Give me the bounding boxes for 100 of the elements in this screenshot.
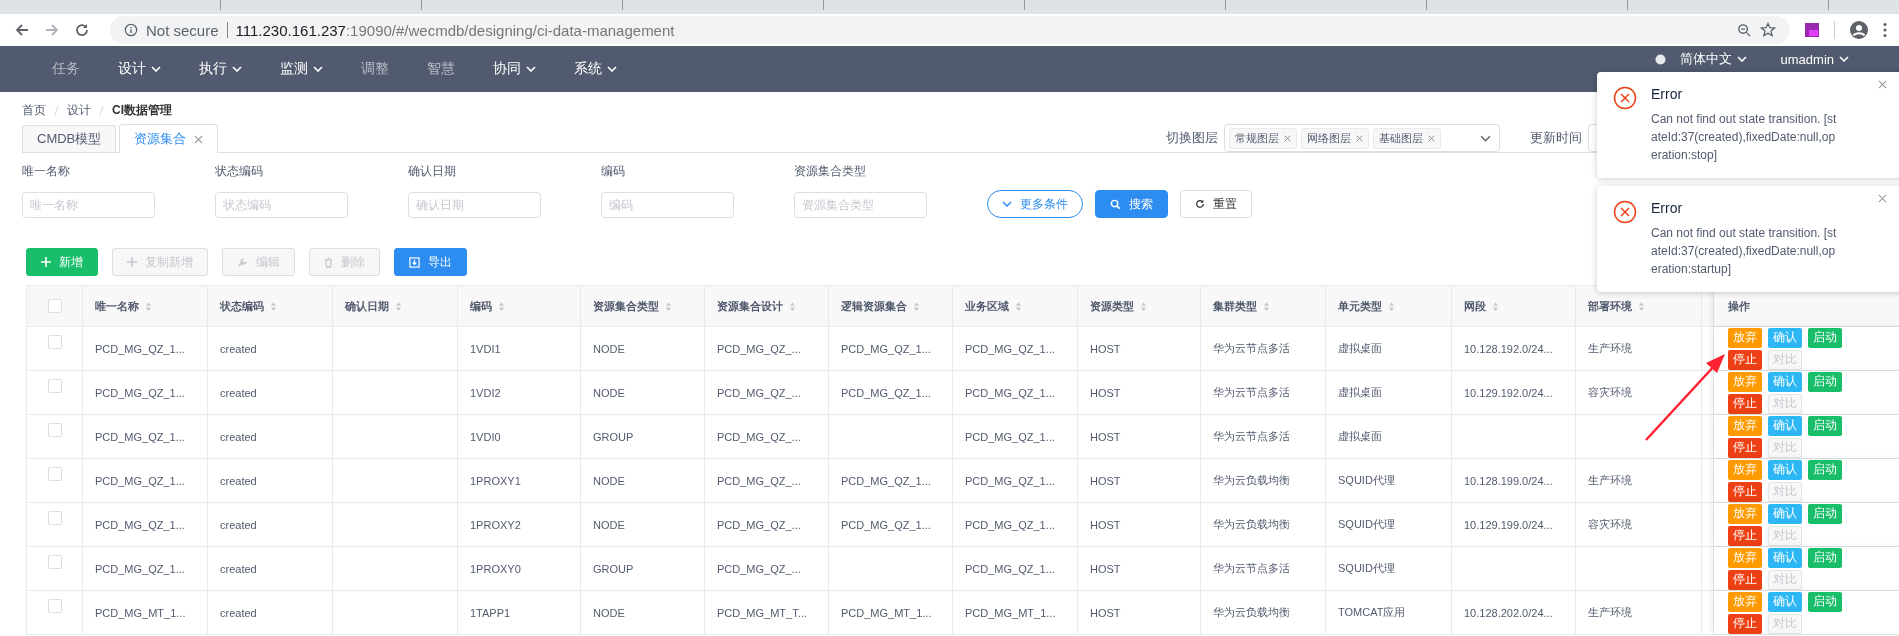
close-icon[interactable] bbox=[1878, 194, 1887, 203]
profile-icon[interactable] bbox=[1849, 20, 1869, 40]
abandon-button[interactable]: 放弃 bbox=[1728, 503, 1762, 524]
stop-button[interactable]: 停止 bbox=[1728, 437, 1762, 458]
start-button[interactable]: 启动 bbox=[1808, 591, 1842, 612]
column-header[interactable]: 业务区域 bbox=[965, 298, 1009, 314]
sort-icon[interactable] bbox=[789, 300, 796, 312]
abandon-button[interactable]: 放弃 bbox=[1728, 327, 1762, 348]
more-filters-button[interactable]: 更多条件 bbox=[987, 190, 1083, 218]
column-header[interactable]: 状态编码 bbox=[220, 298, 264, 314]
abandon-button[interactable]: 放弃 bbox=[1728, 415, 1762, 436]
confirm-button[interactable]: 确认 bbox=[1768, 371, 1802, 392]
sort-icon[interactable] bbox=[498, 300, 505, 312]
column-header[interactable]: 唯一名称 bbox=[95, 298, 139, 314]
nav-menu-item[interactable]: 设计 bbox=[108, 60, 171, 78]
nav-menu-item[interactable]: 任务 bbox=[42, 60, 90, 78]
abandon-button[interactable]: 放弃 bbox=[1728, 591, 1762, 612]
layer-tag[interactable]: 基础图层 bbox=[1373, 127, 1441, 149]
stop-button[interactable]: 停止 bbox=[1728, 481, 1762, 502]
stop-button[interactable]: 停止 bbox=[1728, 349, 1762, 370]
nav-menu-item[interactable]: 调整 bbox=[351, 60, 399, 78]
confirm-button[interactable]: 确认 bbox=[1768, 459, 1802, 480]
language-menu[interactable]: 简体中文 bbox=[1669, 50, 1757, 68]
search-button[interactable]: 搜索 bbox=[1095, 190, 1168, 218]
confirm-button[interactable]: 确认 bbox=[1768, 547, 1802, 568]
column-header[interactable]: 部署环境 bbox=[1588, 298, 1632, 314]
column-header[interactable]: 资源集合类型 bbox=[593, 298, 659, 314]
row-checkbox[interactable] bbox=[47, 599, 62, 613]
column-header[interactable]: 网段 bbox=[1464, 298, 1486, 314]
breadcrumb-item[interactable]: 设计 bbox=[67, 101, 91, 119]
row-checkbox[interactable] bbox=[47, 379, 62, 393]
row-checkbox[interactable] bbox=[47, 335, 62, 349]
column-header[interactable]: 资源集合设计 bbox=[717, 298, 783, 314]
stop-button[interactable]: 停止 bbox=[1728, 569, 1762, 590]
address-bar[interactable]: Not secure 111.230.161.237:19090/#/wecmdb/designing/ci-data-management bbox=[110, 16, 1790, 44]
start-button[interactable]: 启动 bbox=[1808, 459, 1842, 480]
reset-button[interactable]: 重置 bbox=[1180, 190, 1252, 218]
stop-button[interactable]: 停止 bbox=[1728, 525, 1762, 546]
layer-select[interactable]: 常规图层 网络图层 基础图层 bbox=[1224, 124, 1500, 152]
column-header[interactable]: 单元类型 bbox=[1338, 298, 1382, 314]
start-button[interactable]: 启动 bbox=[1808, 371, 1842, 392]
confirm-button[interactable]: 确认 bbox=[1768, 591, 1802, 612]
add-button[interactable]: 新增 bbox=[26, 248, 98, 276]
confirm-button[interactable]: 确认 bbox=[1768, 327, 1802, 348]
row-checkbox[interactable] bbox=[47, 467, 62, 481]
close-icon[interactable] bbox=[194, 134, 204, 144]
nav-menu-item[interactable]: 系统 bbox=[564, 60, 627, 78]
column-header[interactable]: 逻辑资源集合 bbox=[841, 298, 907, 314]
row-checkbox[interactable] bbox=[47, 555, 62, 569]
abandon-button[interactable]: 放弃 bbox=[1728, 547, 1762, 568]
zoom-icon[interactable] bbox=[1737, 22, 1752, 38]
page-tab[interactable]: CMDB模型 bbox=[22, 125, 117, 152]
row-checkbox[interactable] bbox=[47, 511, 62, 525]
star-icon[interactable] bbox=[1760, 22, 1776, 38]
sort-icon[interactable] bbox=[1263, 300, 1270, 312]
sort-icon[interactable] bbox=[145, 300, 152, 312]
stop-button[interactable]: 停止 bbox=[1728, 613, 1762, 634]
reload-icon[interactable] bbox=[74, 22, 90, 38]
sort-icon[interactable] bbox=[1388, 300, 1395, 312]
select-all-checkbox[interactable] bbox=[47, 299, 62, 313]
menu-icon[interactable] bbox=[1883, 22, 1887, 38]
nav-menu-item[interactable]: 执行 bbox=[189, 60, 252, 78]
nav-menu-item[interactable]: 智慧 bbox=[417, 60, 465, 78]
column-header[interactable]: 资源类型 bbox=[1090, 298, 1134, 314]
sort-icon[interactable] bbox=[1015, 300, 1022, 312]
start-button[interactable]: 启动 bbox=[1808, 547, 1842, 568]
layer-tag[interactable]: 常规图层 bbox=[1229, 127, 1297, 149]
start-button[interactable]: 启动 bbox=[1808, 415, 1842, 436]
extension-icon[interactable] bbox=[1804, 22, 1820, 38]
sort-icon[interactable] bbox=[270, 300, 277, 312]
sort-icon[interactable] bbox=[395, 300, 402, 312]
sort-icon[interactable] bbox=[913, 300, 920, 312]
start-button[interactable]: 启动 bbox=[1808, 503, 1842, 524]
column-header[interactable]: 集群类型 bbox=[1213, 298, 1257, 314]
row-checkbox[interactable] bbox=[47, 423, 62, 437]
back-icon[interactable] bbox=[14, 22, 30, 38]
column-header[interactable]: 确认日期 bbox=[345, 298, 389, 314]
column-header[interactable]: 编码 bbox=[470, 298, 492, 314]
stop-button[interactable]: 停止 bbox=[1728, 393, 1762, 414]
sort-icon[interactable] bbox=[665, 300, 672, 312]
close-icon[interactable] bbox=[1356, 134, 1363, 142]
confirm-button[interactable]: 确认 bbox=[1768, 415, 1802, 436]
close-icon[interactable] bbox=[1284, 134, 1291, 142]
close-icon[interactable] bbox=[1878, 80, 1887, 89]
layer-tag[interactable]: 网络图层 bbox=[1301, 127, 1369, 149]
page-tab[interactable]: 资源集合 bbox=[119, 124, 219, 153]
sort-icon[interactable] bbox=[1140, 300, 1147, 312]
export-button[interactable]: 导出 bbox=[394, 248, 467, 276]
nav-menu-item[interactable]: 监测 bbox=[270, 60, 333, 78]
confirm-button[interactable]: 确认 bbox=[1768, 503, 1802, 524]
forward-icon[interactable] bbox=[44, 22, 60, 38]
abandon-button[interactable]: 放弃 bbox=[1728, 371, 1762, 392]
sort-icon[interactable] bbox=[1492, 300, 1499, 312]
breadcrumb-item[interactable]: 首页 bbox=[22, 101, 46, 119]
user-menu[interactable]: umadmin bbox=[1770, 51, 1859, 67]
sort-icon[interactable] bbox=[1638, 300, 1645, 312]
nav-menu-item[interactable]: 协同 bbox=[483, 60, 546, 78]
close-icon[interactable] bbox=[1428, 134, 1435, 142]
abandon-button[interactable]: 放弃 bbox=[1728, 459, 1762, 480]
start-button[interactable]: 启动 bbox=[1808, 327, 1842, 348]
